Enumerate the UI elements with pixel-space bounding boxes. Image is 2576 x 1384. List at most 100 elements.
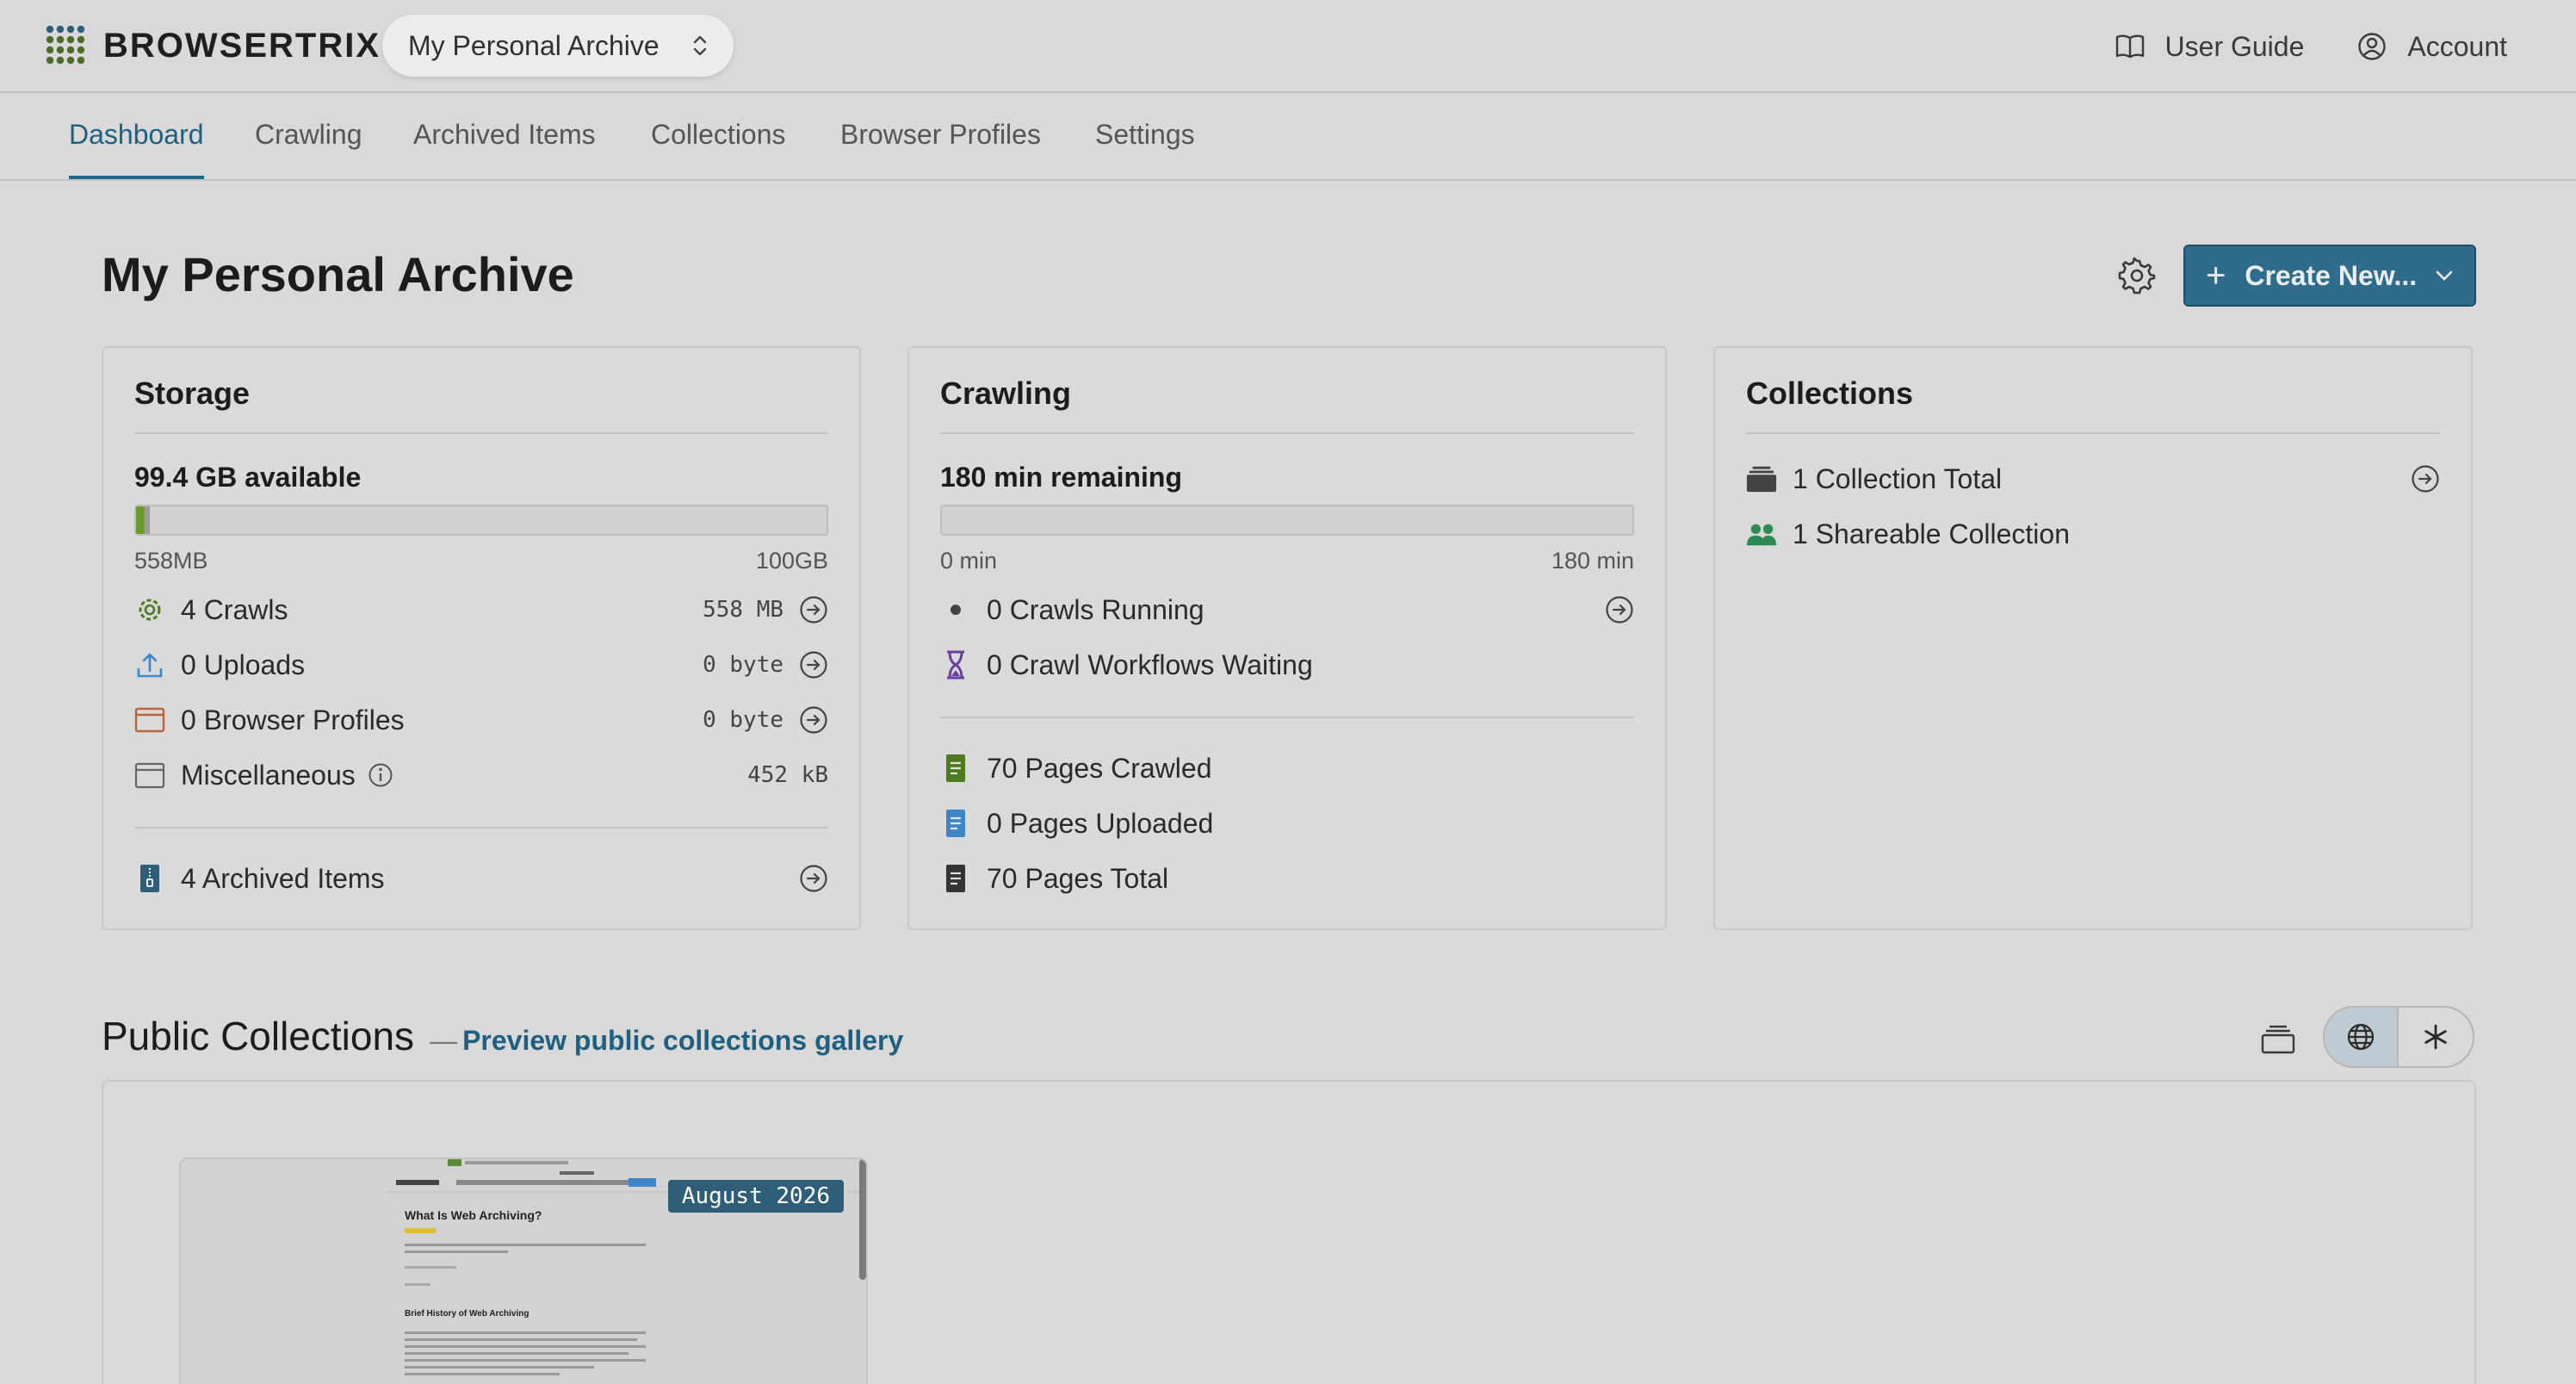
- storage-misc-size: 452 kB: [747, 762, 828, 788]
- globe-icon: [2347, 1023, 2375, 1051]
- main-nav: Dashboard Crawling Archived Items Collec…: [0, 95, 2576, 181]
- divider: [134, 432, 828, 434]
- pages-crawled-label: 70 Pages Crawled: [987, 752, 1212, 784]
- archived-items-label: 4 Archived Items: [181, 862, 385, 894]
- storage-row-misc: Miscellaneous 452 kB: [134, 756, 828, 794]
- tab-settings[interactable]: Settings: [1095, 119, 1195, 179]
- storage-row-profiles: 0 Browser Profiles 0 byte: [134, 701, 828, 739]
- storage-misc-text: Miscellaneous: [181, 760, 747, 791]
- workflows-waiting-label: 0 Crawl Workflows Waiting: [987, 649, 1313, 680]
- storage-crawls-label: 4 Crawls: [181, 593, 288, 625]
- crawling-remaining: 180 min remaining: [940, 462, 1182, 493]
- arrow-right-circle-icon[interactable]: [799, 705, 828, 735]
- divider: [940, 432, 1634, 434]
- plus-icon: +: [2206, 256, 2226, 295]
- user-guide-label: User Guide: [2164, 30, 2305, 62]
- file-text-icon: [946, 865, 965, 892]
- storage-card: Storage 99.4 GB available 558MB 100GB 4 …: [102, 346, 861, 930]
- user-guide-link[interactable]: User Guide: [2115, 30, 2305, 63]
- public-view-button[interactable]: [2325, 1008, 2400, 1066]
- tab-dashboard[interactable]: Dashboard: [69, 119, 204, 179]
- collections-shareable-row: 1 Shareable Collection: [1746, 515, 2440, 553]
- public-collections-dash: —: [430, 1025, 458, 1056]
- create-new-button[interactable]: + Create New...: [2183, 245, 2476, 307]
- workflows-waiting-row: 0 Crawl Workflows Waiting: [940, 646, 1634, 684]
- storage-max-label: 100GB: [755, 548, 828, 574]
- preview-heading: Brief History of Web Archiving: [405, 1309, 529, 1319]
- divider: [134, 827, 828, 829]
- tab-archived-items[interactable]: Archived Items: [413, 119, 596, 179]
- account-label: Account: [2407, 30, 2507, 62]
- public-collections-panel: What Is Web Archiving? Brief History of …: [102, 1080, 2476, 1384]
- public-collections-header: Public Collections — Preview public coll…: [102, 1013, 903, 1059]
- crawling-meter: [940, 505, 1634, 536]
- info-icon[interactable]: [368, 762, 393, 788]
- account-menu[interactable]: Account: [2357, 31, 2507, 63]
- crawls-running-label: 0 Crawls Running: [987, 593, 1204, 625]
- arrow-right-circle-icon[interactable]: [799, 595, 828, 624]
- page-title: My Personal Archive: [102, 247, 574, 301]
- preview-title: What Is Web Archiving?: [405, 1208, 542, 1222]
- storage-row-uploads: 0 Uploads 0 byte: [134, 646, 828, 684]
- collections-card: Collections 1 Collection Total 1 Shareab…: [1713, 346, 2473, 930]
- collections-total-row: 1 Collection Total: [1746, 460, 2440, 498]
- all-view-button[interactable]: [2399, 1008, 2473, 1066]
- crawling-card: Crawling 180 min remaining 0 min 180 min…: [907, 346, 1667, 930]
- browser-window-icon: [134, 707, 165, 733]
- storage-profiles-size: 0 byte: [703, 707, 783, 733]
- storage-row-crawls: 4 Crawls 558 MB: [134, 591, 828, 629]
- book-icon: [2115, 34, 2144, 59]
- upload-icon: [137, 653, 163, 678]
- gear-icon[interactable]: [2116, 255, 2158, 296]
- public-collections-title: Public Collections: [102, 1014, 415, 1058]
- zip-file-icon: [140, 865, 159, 892]
- storage-available: 99.4 GB available: [134, 462, 362, 493]
- people-icon: [1746, 524, 1777, 546]
- tab-browser-profiles[interactable]: Browser Profiles: [840, 119, 1041, 179]
- storage-uploads-label: 0 Uploads: [181, 649, 306, 680]
- crawling-min-label: 0 min: [940, 548, 998, 574]
- tab-collections[interactable]: Collections: [651, 119, 786, 179]
- collection-stack-icon[interactable]: [2257, 1018, 2299, 1059]
- user-circle-icon: [2358, 33, 2387, 60]
- collections-shareable-label: 1 Shareable Collection: [1793, 518, 2070, 549]
- hourglass-icon: [947, 650, 964, 680]
- arrow-right-circle-icon[interactable]: [1605, 595, 1634, 624]
- collection-thumbnail[interactable]: What Is Web Archiving? Brief History of …: [179, 1157, 868, 1384]
- thumbnail-scrollbar: [859, 1159, 866, 1280]
- collections-title: Collections: [1746, 375, 1914, 411]
- pages-crawled-row: 70 Pages Crawled: [940, 749, 1634, 787]
- top-bar: BROWSERTRIX My Personal Archive User Gui…: [0, 0, 2576, 93]
- pages-uploaded-row: 0 Pages Uploaded: [940, 804, 1634, 842]
- storage-meter: [134, 505, 828, 536]
- storage-title: Storage: [134, 375, 251, 411]
- org-selector-label: My Personal Archive: [408, 29, 659, 61]
- dot-icon: [951, 605, 961, 615]
- file-text-icon: [946, 754, 965, 782]
- app-logo[interactable]: BROWSERTRIX: [45, 22, 381, 69]
- arrow-right-circle-icon[interactable]: [2411, 464, 2440, 493]
- crawling-title: Crawling: [940, 375, 1072, 411]
- pages-total-row: 70 Pages Total: [940, 860, 1634, 897]
- create-new-label: Create New...: [2245, 259, 2418, 291]
- storage-misc-label: Miscellaneous: [181, 759, 356, 791]
- arrow-right-circle-icon[interactable]: [799, 650, 828, 680]
- asterisk-icon: [2424, 1024, 2447, 1050]
- pages-total-label: 70 Pages Total: [987, 862, 1169, 894]
- collections-total-label: 1 Collection Total: [1793, 462, 2003, 494]
- storage-row-archived-items: 4 Archived Items: [134, 860, 828, 897]
- tab-crawling[interactable]: Crawling: [255, 119, 362, 179]
- storage-crawls-size: 558 MB: [703, 597, 783, 623]
- storage-meter-fill: [136, 506, 150, 534]
- logo-grid-icon: [46, 25, 85, 65]
- file-text-icon: [946, 810, 965, 837]
- collection-date-badge: August 2026: [667, 1180, 844, 1213]
- preview-gallery-link[interactable]: Preview public collections gallery: [462, 1025, 903, 1057]
- divider: [1746, 432, 2440, 434]
- view-toggle: [2323, 1006, 2474, 1068]
- divider: [940, 717, 1634, 718]
- storage-used-label: 558MB: [134, 548, 208, 574]
- org-selector[interactable]: My Personal Archive: [382, 15, 734, 77]
- arrow-right-circle-icon[interactable]: [799, 864, 828, 893]
- storage-uploads-size: 0 byte: [703, 652, 783, 678]
